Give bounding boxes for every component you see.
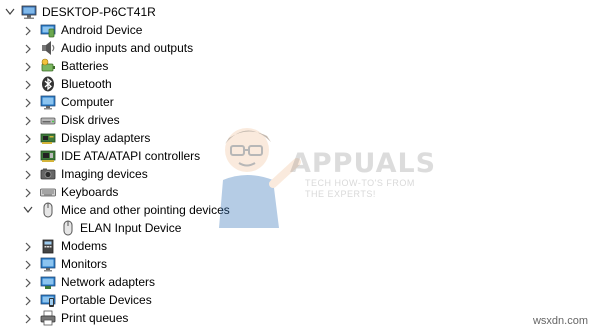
appuals-watermark-tagline: TECH HOW-TO'S FROM THE EXPERTS! [305, 178, 415, 200]
tree-item-label: Bluetooth [61, 77, 112, 91]
tree-item-label: Audio inputs and outputs [61, 41, 194, 55]
tree-item-android-device[interactable]: Android Device [0, 21, 594, 39]
chevron-right-icon[interactable] [21, 165, 35, 183]
computer-root-icon [21, 4, 37, 20]
keyboard-icon [40, 184, 56, 200]
tree-item-disk-drives[interactable]: Disk drives [0, 111, 594, 129]
chevron-right-icon[interactable] [21, 291, 35, 309]
tree-item-label: Imaging devices [61, 167, 148, 181]
tree-item-label: Network adapters [61, 275, 156, 289]
chevron-right-icon[interactable] [21, 237, 35, 255]
chevron-right-icon[interactable] [21, 255, 35, 273]
chevron-right-icon[interactable] [21, 147, 35, 165]
tree-item-monitors[interactable]: Monitors [0, 255, 594, 273]
tree-item-portable-devices[interactable]: Portable Devices [0, 291, 594, 309]
tree-child-elan-input-device[interactable]: ELAN Input Device [0, 219, 594, 237]
tree-root[interactable]: DESKTOP-P6CT41R [0, 3, 594, 21]
tree-item-label: Print queues [61, 311, 129, 325]
monitor-icon [40, 94, 56, 110]
tree-item-label: Computer [61, 95, 114, 109]
tree-item-label: Portable Devices [61, 293, 152, 307]
tree-child-label: ELAN Input Device [80, 221, 182, 235]
tree-item-print-queues[interactable]: Print queues [0, 309, 594, 327]
tree-item-label: IDE ATA/ATAPI controllers [61, 149, 201, 163]
chevron-right-icon[interactable] [21, 39, 35, 57]
modem-icon [40, 238, 56, 254]
tree-item-display-adapters[interactable]: Display adapters [0, 129, 594, 147]
chevron-right-icon[interactable] [21, 309, 35, 327]
tree-item-label: Modems [61, 239, 108, 253]
tree-item-label: Display adapters [61, 131, 151, 145]
tree-root-label: DESKTOP-P6CT41R [42, 5, 156, 19]
tree-item-network-adapters[interactable]: Network adapters [0, 273, 594, 291]
tree-item-label: Android Device [61, 23, 143, 37]
tree-item-batteries[interactable]: Batteries [0, 57, 594, 75]
tree-item-bluetooth[interactable]: Bluetooth [0, 75, 594, 93]
tree-item-label: Mice and other pointing devices [61, 203, 230, 217]
camera-icon [40, 166, 56, 182]
chevron-right-icon[interactable] [21, 57, 35, 75]
chevron-right-icon[interactable] [21, 93, 35, 111]
tree-item-keyboards[interactable]: Keyboards [0, 183, 594, 201]
appuals-watermark-title: APPUALS [290, 148, 437, 179]
bluetooth-icon [40, 76, 56, 92]
printer-icon [40, 310, 56, 326]
chevron-right-icon[interactable] [21, 183, 35, 201]
speaker-icon [40, 40, 56, 56]
tree-item-label: Monitors [61, 257, 108, 271]
tree-item-label: Disk drives [61, 113, 120, 127]
chevron-right-icon[interactable] [21, 21, 35, 39]
battery-icon [40, 58, 56, 74]
tagline-line-1: TECH HOW-TO'S FROM [305, 178, 415, 188]
mouse-icon [40, 202, 56, 218]
tree-item-modems[interactable]: Modems [0, 237, 594, 255]
monitor-icon [40, 256, 56, 272]
chevron-right-icon[interactable] [21, 273, 35, 291]
network-adapter-icon [40, 274, 56, 290]
tagline-line-2: THE EXPERTS! [305, 189, 376, 199]
tree-item-audio-inputs-and-outputs[interactable]: Audio inputs and outputs [0, 39, 594, 57]
tree-item-label: Keyboards [61, 185, 119, 199]
disk-drive-icon [40, 112, 56, 128]
mouse-icon [60, 220, 76, 236]
site-credit: wsxdn.com [532, 315, 588, 327]
tree-item-mice-and-other-pointing-devices[interactable]: Mice and other pointing devices [0, 201, 594, 219]
chevron-right-icon[interactable] [21, 75, 35, 93]
chevron-down-icon[interactable] [3, 3, 17, 21]
android-device-icon [40, 22, 56, 38]
tree-item-computer[interactable]: Computer [0, 93, 594, 111]
ide-controller-icon [40, 148, 56, 164]
portable-device-icon [40, 292, 56, 308]
chevron-down-icon[interactable] [21, 201, 35, 219]
chevron-right-icon[interactable] [21, 111, 35, 129]
tree-item-label: Batteries [61, 59, 109, 73]
chevron-right-icon[interactable] [21, 129, 35, 147]
display-adapter-icon [40, 130, 56, 146]
